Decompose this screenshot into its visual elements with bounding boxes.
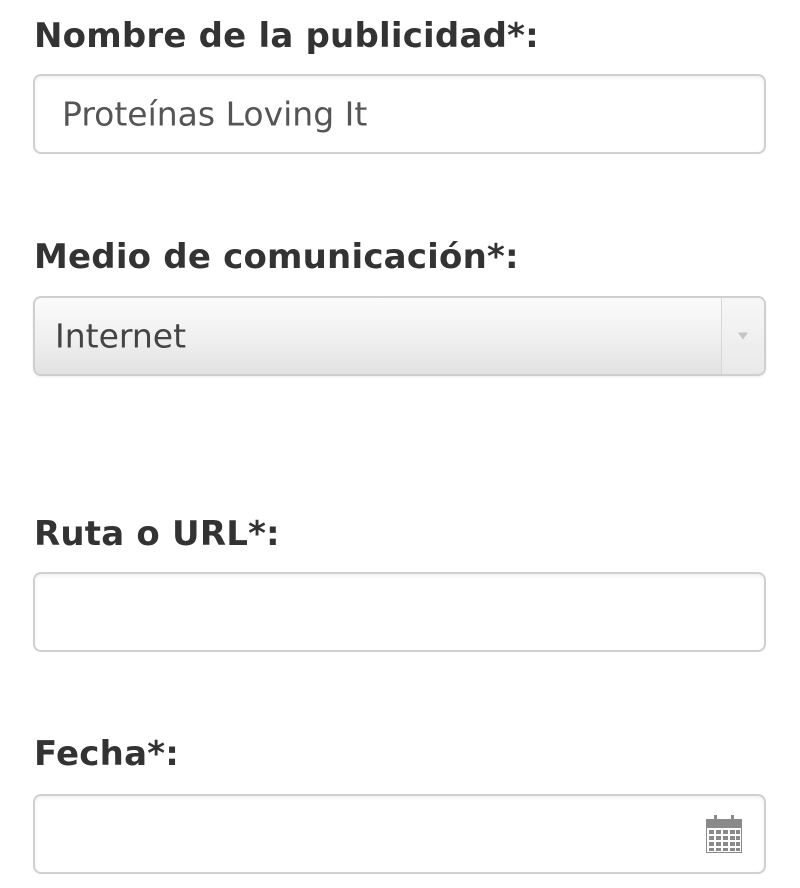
- chevron-down-icon: [738, 332, 748, 340]
- media-select[interactable]: Internet: [33, 296, 766, 376]
- url-label: Ruta o URL*:: [34, 514, 280, 554]
- ad-name-value: Proteínas Loving It: [62, 94, 368, 134]
- date-input[interactable]: [33, 794, 766, 874]
- advertisement-form: Nombre de la publicidad*: Proteínas Lovi…: [0, 0, 800, 888]
- media-selected-value: Internet: [55, 316, 187, 356]
- select-arrow-button[interactable]: [721, 298, 764, 374]
- ad-name-input[interactable]: Proteínas Loving It: [33, 74, 766, 154]
- ad-name-label: Nombre de la publicidad*:: [34, 16, 539, 56]
- url-input[interactable]: [33, 572, 766, 652]
- media-label: Medio de comunicación*:: [34, 237, 519, 277]
- calendar-icon[interactable]: [706, 815, 742, 853]
- date-label: Fecha*:: [34, 734, 179, 774]
